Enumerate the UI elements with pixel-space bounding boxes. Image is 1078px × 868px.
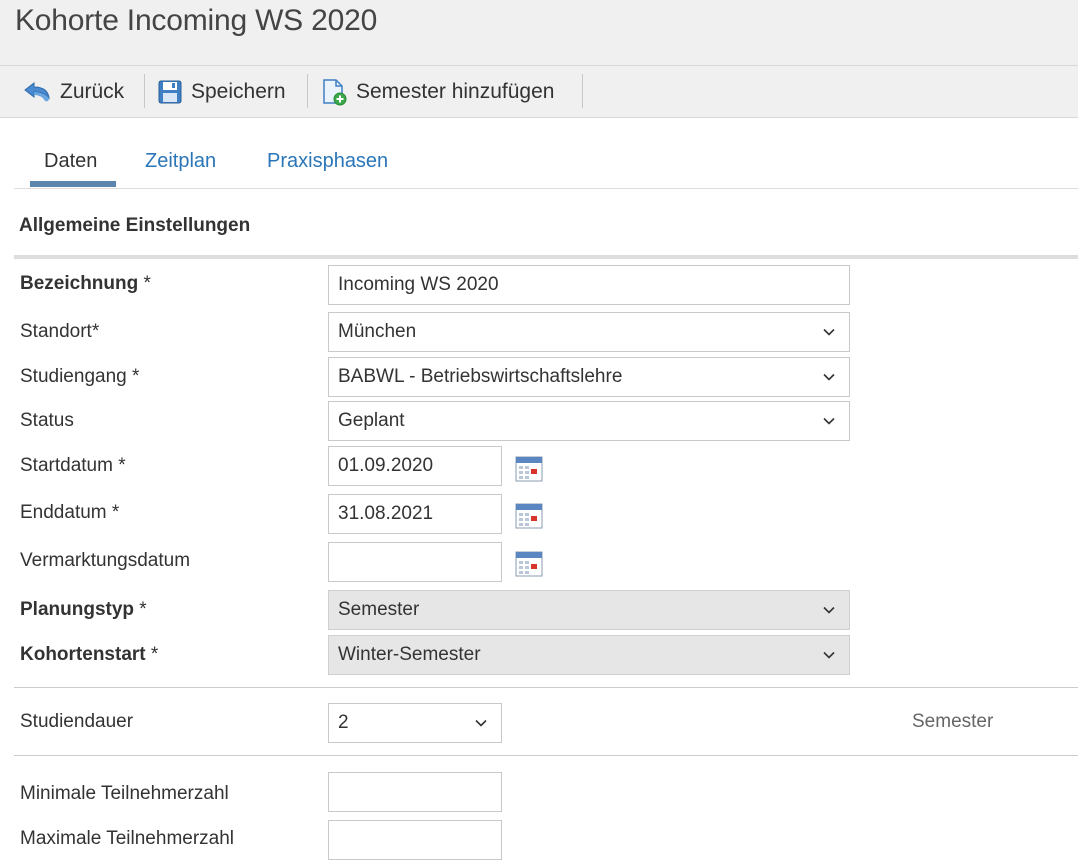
- chevron-down-icon: [475, 719, 487, 727]
- floppy-disk-icon: [158, 80, 182, 104]
- section-divider: [14, 255, 1078, 259]
- tab-praxisphasen[interactable]: Praxisphasen: [267, 150, 388, 187]
- save-button[interactable]: Speichern: [157, 74, 286, 110]
- studiendauer-label: Studiendauer: [20, 711, 134, 732]
- enddatum-input[interactable]: 31.08.2021: [328, 494, 502, 534]
- status-label: Status: [20, 410, 74, 431]
- kohortenstart-label: Kohortenstart *: [20, 644, 158, 666]
- form-divider: [14, 755, 1078, 756]
- document-add-icon: [323, 79, 347, 106]
- standort-select[interactable]: München: [328, 312, 850, 352]
- page-title: Kohorte Incoming WS 2020: [15, 4, 378, 37]
- add-semester-button[interactable]: Semester hinzufügen: [320, 74, 554, 110]
- calendar-icon[interactable]: [515, 456, 543, 482]
- planungstyp-value: Semester: [338, 599, 420, 620]
- toolbar-separator: [307, 74, 308, 108]
- chevron-down-icon: [823, 417, 835, 425]
- planungstyp-label: Planungstyp *: [20, 599, 147, 621]
- toolbar-separator: [582, 74, 583, 108]
- status-value: Geplant: [338, 410, 405, 431]
- section-title: Allgemeine Einstellungen: [19, 215, 251, 236]
- standort-value: München: [338, 321, 417, 342]
- enddatum-label: Enddatum *: [20, 502, 120, 523]
- startdatum-value: 01.09.2020: [338, 455, 434, 476]
- add-semester-button-label: Semester hinzufügen: [356, 80, 555, 103]
- kohortenstart-select[interactable]: Winter-Semester: [328, 635, 850, 675]
- form-divider: [14, 687, 1078, 688]
- tab-bar: Daten Zeitplan Praxisphasen: [14, 140, 1078, 189]
- bezeichnung-value: Incoming WS 2020: [338, 274, 499, 295]
- back-button[interactable]: Zurück: [22, 74, 124, 110]
- bezeichnung-input[interactable]: Incoming WS 2020: [328, 265, 850, 305]
- tab-zeitplan[interactable]: Zeitplan: [145, 150, 216, 187]
- studiendauer-unit: Semester: [912, 711, 994, 732]
- calendar-icon[interactable]: [515, 551, 543, 577]
- standort-label: Standort*: [20, 321, 100, 342]
- max-teilnehmer-input[interactable]: [328, 820, 502, 860]
- kohortenstart-value: Winter-Semester: [338, 644, 481, 665]
- chevron-down-icon: [823, 606, 835, 614]
- kohortenstart-label-text: Kohortenstart: [20, 644, 146, 665]
- studiengang-label: Studiengang *: [20, 366, 140, 387]
- planungstyp-label-text: Planungstyp: [20, 599, 135, 620]
- toolbar-separator: [144, 74, 145, 108]
- toolbar: Zurück Speichern Semester hinzufügen: [0, 66, 1078, 118]
- min-teilnehmer-input[interactable]: [328, 772, 502, 812]
- vermarktungsdatum-label: Vermarktungsdatum: [20, 550, 191, 571]
- required-marker: *: [143, 273, 151, 294]
- studiengang-value: BABWL - Betriebswirtschaftslehre: [338, 366, 623, 387]
- studiengang-select[interactable]: BABWL - Betriebswirtschaftslehre: [328, 357, 850, 397]
- studiendauer-select[interactable]: 2: [328, 703, 502, 743]
- back-arrow-icon: [24, 81, 50, 102]
- save-button-label: Speichern: [191, 80, 286, 103]
- chevron-down-icon: [823, 651, 835, 659]
- status-select[interactable]: Geplant: [328, 401, 850, 441]
- bezeichnung-label: Bezeichnung *: [20, 273, 151, 295]
- chevron-down-icon: [823, 328, 835, 336]
- required-marker: *: [139, 599, 147, 620]
- back-button-label: Zurück: [60, 80, 125, 103]
- startdatum-input[interactable]: 01.09.2020: [328, 446, 502, 486]
- vermarktungsdatum-input[interactable]: [328, 542, 502, 582]
- studiendauer-value: 2: [338, 712, 349, 733]
- bezeichnung-label-text: Bezeichnung: [20, 273, 139, 294]
- chevron-down-icon: [823, 373, 835, 381]
- active-tab-indicator: [30, 181, 116, 187]
- calendar-icon[interactable]: [515, 503, 543, 529]
- max-teilnehmer-label: Maximale Teilnehmerzahl: [20, 828, 235, 849]
- enddatum-value: 31.08.2021: [338, 503, 434, 524]
- startdatum-label: Startdatum *: [20, 455, 126, 476]
- planungstyp-select[interactable]: Semester: [328, 590, 850, 630]
- required-marker: *: [150, 644, 159, 665]
- min-teilnehmer-label: Minimale Teilnehmerzahl: [20, 783, 229, 804]
- title-bar: Kohorte Incoming WS 2020: [0, 0, 1078, 66]
